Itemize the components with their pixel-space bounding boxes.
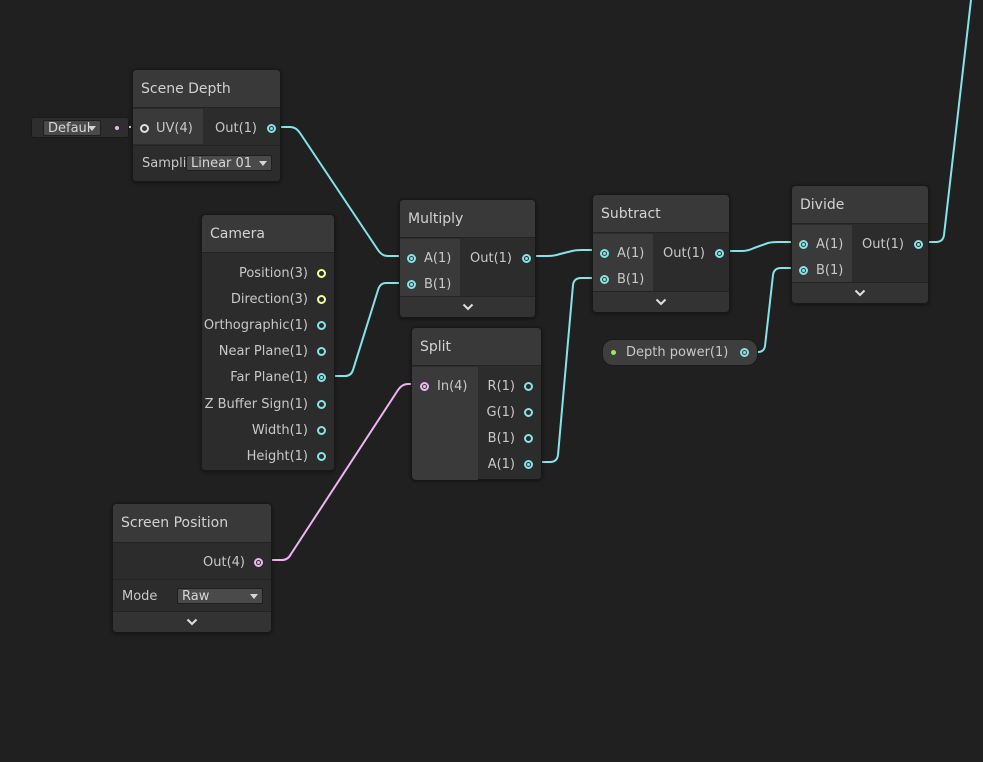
chevron-down-icon (655, 298, 667, 306)
dropdown-arrow-icon (259, 161, 267, 166)
output-port-icon[interactable] (524, 459, 533, 469)
camera-output-port[interactable]: Near Plane(1) (219, 342, 326, 362)
multiply-node[interactable]: Multiply A(1) B(1) Out(1) (399, 199, 536, 318)
split-output-port[interactable]: A(1) (488, 454, 533, 474)
output-port-icon[interactable] (317, 451, 326, 461)
output-port-icon[interactable] (524, 381, 533, 391)
split-node[interactable]: Split In(4) R(1) G(1) B(1) A(1) (411, 327, 542, 480)
a-port-icon[interactable] (407, 253, 416, 263)
subtract-node[interactable]: Subtract A(1) B(1) Out(1) (592, 194, 730, 313)
depth-power-property[interactable]: Depth power(1) (602, 339, 758, 366)
divide-expand-button[interactable] (792, 282, 928, 303)
default-uv-input[interactable]: Defaul (31, 117, 129, 138)
screen-position-title[interactable]: Screen Position (113, 504, 271, 543)
multiply-title[interactable]: Multiply (400, 200, 535, 238)
camera-title[interactable]: Camera (202, 215, 334, 253)
output-port-icon[interactable] (524, 407, 533, 417)
out-port-icon[interactable] (266, 123, 276, 133)
uv-port-icon[interactable] (140, 123, 149, 133)
sampling-label: Samplin (142, 156, 188, 171)
camera-output-port[interactable]: Z Buffer Sign(1) (205, 394, 326, 414)
camera-output-port[interactable]: Far Plane(1) (230, 368, 326, 388)
out-port-icon[interactable] (254, 557, 263, 567)
scene-depth-title[interactable]: Scene Depth (133, 70, 280, 108)
output-port-icon[interactable] (317, 399, 326, 409)
scene-depth-out-port[interactable]: Out(1) (215, 118, 276, 138)
split-in-port[interactable]: In(4) (420, 376, 468, 396)
camera-output-port[interactable]: Width(1) (252, 420, 326, 440)
dropdown-arrow-icon (250, 594, 258, 599)
separator (113, 579, 271, 580)
out-port-icon[interactable] (714, 248, 724, 258)
chevron-down-icon (462, 303, 473, 311)
output-port-icon[interactable] (317, 294, 326, 304)
mode-label: Mode (122, 589, 158, 604)
multiply-expand-button[interactable] (400, 296, 535, 317)
screen-position-expand-button[interactable] (113, 611, 271, 632)
camera-node[interactable]: Camera Position(3) Direction(3) Orthograph… (201, 214, 335, 471)
chevron-down-icon (854, 289, 866, 297)
in-port-icon[interactable] (420, 381, 429, 391)
multiply-b-port[interactable]: B(1) (407, 274, 451, 294)
depth-power-out-port[interactable] (740, 348, 749, 357)
subtract-a-port[interactable]: A(1) (600, 243, 644, 263)
camera-output-port[interactable]: Position(3) (239, 263, 326, 283)
divide-b-port[interactable]: B(1) (799, 260, 843, 280)
divide-title[interactable]: Divide (792, 186, 928, 224)
a-port-icon[interactable] (799, 239, 808, 249)
separator (133, 145, 280, 146)
depth-power-label: Depth power(1) (626, 345, 729, 360)
multiply-out-port[interactable]: Out(1) (470, 248, 531, 268)
subtract-out-port[interactable]: Out(1) (663, 243, 724, 263)
output-port-icon[interactable] (317, 425, 326, 435)
property-dot-icon (611, 350, 616, 355)
output-port-icon[interactable] (524, 433, 533, 443)
default-uv-port[interactable] (115, 126, 119, 130)
subtract-expand-button[interactable] (593, 291, 729, 312)
screen-position-out-port[interactable]: Out(4) (203, 552, 263, 572)
multiply-a-port[interactable]: A(1) (407, 248, 451, 268)
b-port-icon[interactable] (799, 265, 808, 275)
split-output-port[interactable]: G(1) (487, 402, 533, 422)
split-output-port[interactable]: B(1) (488, 428, 533, 448)
default-uv-dropdown[interactable]: Defaul (43, 120, 101, 136)
output-port-icon[interactable] (317, 347, 326, 357)
sampling-dropdown[interactable]: Linear 01 (186, 155, 272, 171)
out-port-icon[interactable] (521, 253, 531, 263)
mode-dropdown[interactable]: Raw (177, 588, 263, 604)
b-port-icon[interactable] (600, 274, 609, 284)
divide-out-port[interactable]: Out(1) (862, 234, 923, 254)
camera-output-port[interactable]: Orthographic(1) (204, 315, 326, 335)
camera-output-port[interactable]: Height(1) (247, 446, 326, 466)
split-output-port[interactable]: R(1) (488, 376, 533, 396)
out-port-icon[interactable] (913, 239, 923, 249)
output-port-icon[interactable] (317, 373, 326, 383)
divide-node[interactable]: Divide A(1) B(1) Out(1) (791, 185, 929, 304)
split-title[interactable]: Split (412, 328, 541, 366)
subtract-title[interactable]: Subtract (593, 195, 729, 233)
camera-output-port[interactable]: Direction(3) (231, 289, 326, 309)
scene-depth-uv-port[interactable]: UV(4) (140, 118, 193, 138)
a-port-icon[interactable] (600, 248, 609, 258)
subtract-b-port[interactable]: B(1) (600, 269, 644, 289)
screen-position-node[interactable]: Screen Position Out(4) Mode Raw (112, 503, 272, 633)
scene-depth-node[interactable]: Scene Depth UV(4) Out(1) Samplin Linear … (132, 69, 281, 182)
b-port-icon[interactable] (407, 279, 416, 289)
output-port-icon[interactable] (317, 320, 326, 330)
wire-farplane-to-multiply-b (322, 282, 411, 377)
divide-a-port[interactable]: A(1) (799, 234, 843, 254)
dropdown-arrow-icon (88, 126, 96, 131)
chevron-down-icon (186, 618, 198, 626)
output-port-icon[interactable] (317, 268, 326, 278)
